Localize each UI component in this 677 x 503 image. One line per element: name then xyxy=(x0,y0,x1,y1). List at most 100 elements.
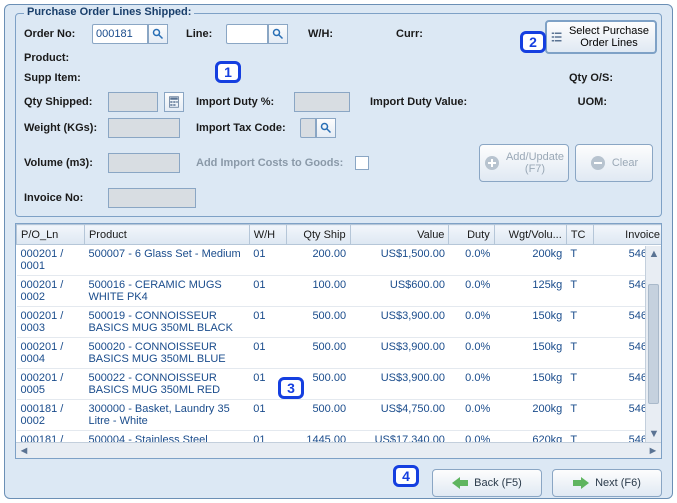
col-product[interactable]: Product xyxy=(84,225,249,245)
weight-input[interactable] xyxy=(108,118,180,138)
search-icon xyxy=(272,28,284,40)
col-tc[interactable]: TC xyxy=(566,225,593,245)
next-button[interactable]: Next (F6) xyxy=(552,469,662,497)
callout-4: 4 xyxy=(393,465,419,487)
table-row[interactable]: 000181 / 0003500004 - Stainless Steel An… xyxy=(17,431,662,443)
volume-input[interactable] xyxy=(108,153,180,173)
line-input[interactable] xyxy=(226,24,268,44)
select-po-lines-button[interactable]: Select Purchase Order Lines xyxy=(545,20,657,54)
table-cell: 500004 - Stainless Steel Antiskid Mixing… xyxy=(84,431,249,443)
table-cell: T xyxy=(566,400,593,431)
label-product: Product: xyxy=(24,52,86,64)
col-po-ln[interactable]: P/O_Ln xyxy=(17,225,85,245)
col-invoice[interactable]: Invoice N xyxy=(593,225,661,245)
table-cell: 150kg xyxy=(494,307,566,338)
table-cell: 200.00 xyxy=(286,245,350,276)
label-qty-shipped: Qty Shipped: xyxy=(24,96,102,108)
qty-shipped-input[interactable] xyxy=(108,92,158,112)
label-order-no: Order No: xyxy=(24,28,86,40)
label-import-tax-code: Import Tax Code: xyxy=(196,122,294,134)
table-cell: 01 xyxy=(249,431,286,443)
table-cell: 500.00 xyxy=(286,400,350,431)
horizontal-scrollbar[interactable]: ◄ ► xyxy=(16,442,661,458)
tax-code-lookup xyxy=(300,118,336,138)
label-invoice-no: Invoice No: xyxy=(24,192,102,204)
back-label: Back (F5) xyxy=(474,477,522,489)
label-import-duty-value: Import Duty Value: xyxy=(370,96,467,108)
table-cell: 000181 / 0003 xyxy=(17,431,85,443)
label-wh: W/H: xyxy=(308,28,344,40)
col-wh[interactable]: W/H xyxy=(249,225,286,245)
arrow-left-icon xyxy=(452,477,468,489)
table-cell: 500019 - CONNOISSEUR BASICS MUG 350ML BL… xyxy=(84,307,249,338)
table-cell: US$3,900.00 xyxy=(350,338,449,369)
order-no-search-button[interactable] xyxy=(148,24,168,44)
table-cell: 0.0% xyxy=(449,400,494,431)
table-cell: T xyxy=(566,431,593,443)
table-row[interactable]: 000201 / 0003500019 - CONNOISSEUR BASICS… xyxy=(17,307,662,338)
search-icon xyxy=(152,28,164,40)
table-cell: US$600.00 xyxy=(350,276,449,307)
col-duty[interactable]: Duty xyxy=(449,225,494,245)
scroll-right-icon[interactable]: ► xyxy=(645,443,661,459)
order-no-input[interactable] xyxy=(92,24,148,44)
tax-code-search-button[interactable] xyxy=(316,118,336,138)
next-label: Next (F6) xyxy=(595,477,641,489)
scroll-thumb[interactable] xyxy=(648,284,659,404)
arrow-right-icon xyxy=(573,477,589,489)
table-row[interactable]: 000201 / 0005500022 - CONNOISSEUR BASICS… xyxy=(17,369,662,400)
table-cell: 01 xyxy=(249,400,286,431)
vertical-scrollbar[interactable]: ▲ ▼ xyxy=(645,246,661,442)
table-cell: 01 xyxy=(249,307,286,338)
lines-table-container: P/O_Ln Product W/H Qty Ship Value Duty W… xyxy=(15,223,662,459)
table-cell: 300000 - Basket, Laundry 35 Litre - Whit… xyxy=(84,400,249,431)
lines-table: P/O_Ln Product W/H Qty Ship Value Duty W… xyxy=(16,224,661,442)
scroll-up-icon[interactable]: ▲ xyxy=(646,246,662,262)
table-row[interactable]: 000181 / 0002300000 - Basket, Laundry 35… xyxy=(17,400,662,431)
table-cell: US$3,900.00 xyxy=(350,369,449,400)
table-cell: 1445.00 xyxy=(286,431,350,443)
table-row[interactable]: 000201 / 0001500007 - 6 Glass Set - Medi… xyxy=(17,245,662,276)
plus-circle-icon xyxy=(484,155,500,171)
table-header-row: P/O_Ln Product W/H Qty Ship Value Duty W… xyxy=(17,225,662,245)
table-cell: 000201 / 0004 xyxy=(17,338,85,369)
tax-code-input[interactable] xyxy=(300,118,316,138)
table-cell: 0.0% xyxy=(449,338,494,369)
scroll-left-icon[interactable]: ◄ xyxy=(16,443,32,459)
label-line: Line: xyxy=(186,28,220,40)
table-cell: 000201 / 0001 xyxy=(17,245,85,276)
table-cell: T xyxy=(566,338,593,369)
table-cell: 500020 - CONNOISSEUR BASICS MUG 350ML BL… xyxy=(84,338,249,369)
col-qty-ship[interactable]: Qty Ship xyxy=(286,225,350,245)
clear-label: Clear xyxy=(612,157,638,169)
table-cell: 01 xyxy=(249,276,286,307)
invoice-no-input[interactable] xyxy=(108,188,196,208)
col-value[interactable]: Value xyxy=(350,225,449,245)
label-volume: Volume (m3): xyxy=(24,157,102,169)
table-cell: T xyxy=(566,307,593,338)
minus-circle-icon xyxy=(590,155,606,171)
back-button[interactable]: Back (F5) xyxy=(432,469,542,497)
table-cell: 01 xyxy=(249,338,286,369)
table-row[interactable]: 000201 / 0004500020 - CONNOISSEUR BASICS… xyxy=(17,338,662,369)
col-wgt-vol[interactable]: Wgt/Volu... xyxy=(494,225,566,245)
add-import-costs-checkbox[interactable] xyxy=(355,156,369,170)
clear-button[interactable]: Clear xyxy=(575,144,653,182)
import-duty-input[interactable] xyxy=(294,92,350,112)
scroll-down-icon[interactable]: ▼ xyxy=(646,426,662,442)
main-panel: 1 2 3 4 Purchase Order Lines Shipped: Se… xyxy=(4,4,673,499)
table-cell: 0.0% xyxy=(449,276,494,307)
lines-table-scroll[interactable]: P/O_Ln Product W/H Qty Ship Value Duty W… xyxy=(16,224,661,442)
table-row[interactable]: 000201 / 0002500016 - CERAMIC MUGS WHITE… xyxy=(17,276,662,307)
add-update-label: Add/Update (F7) xyxy=(506,151,564,175)
label-weight: Weight (KGs): xyxy=(24,122,102,134)
table-cell: 500022 - CONNOISSEUR BASICS MUG 350ML RE… xyxy=(84,369,249,400)
qty-shipped-calc-button[interactable] xyxy=(164,92,184,112)
add-update-button[interactable]: Add/Update (F7) xyxy=(479,144,569,182)
line-search-button[interactable] xyxy=(268,24,288,44)
select-po-lines-label: Select Purchase Order Lines xyxy=(567,25,651,49)
table-cell: 150kg xyxy=(494,369,566,400)
callout-2: 2 xyxy=(520,31,546,53)
label-uom: UOM: xyxy=(578,96,607,108)
search-icon xyxy=(320,122,332,134)
